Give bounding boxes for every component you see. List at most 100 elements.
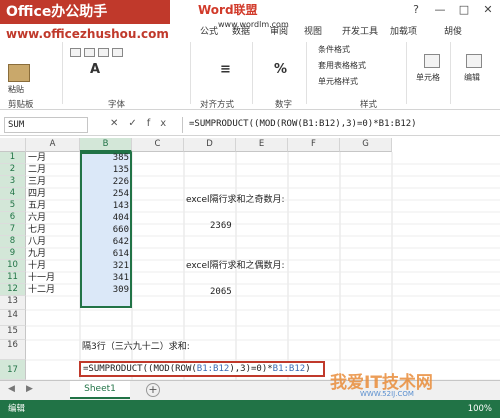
formula-input[interactable]: =SUMPRODUCT((MOD(ROW(B1:B12),3)=0)*B1:B1… [182, 117, 498, 133]
cell-a7[interactable]: 七月 [28, 224, 46, 236]
row-header[interactable]: 5 [0, 200, 26, 212]
cell-styles-button[interactable]: 单元格样式 [318, 76, 358, 87]
formula-buttons: ✕✓fx [110, 118, 176, 129]
cell-d6-odd-value[interactable]: 2369 [210, 220, 232, 232]
cell-d10-even-label[interactable]: excel隔行求和之偶数月: [186, 260, 285, 272]
cell-a10[interactable]: 十月 [28, 260, 46, 272]
cell-b9[interactable]: 614 [80, 248, 132, 260]
prev-sheet-icon[interactable]: ◀ [8, 384, 15, 394]
watermark-site-url: www.officezhushou.com [6, 27, 169, 41]
row-header[interactable]: 9 [0, 248, 26, 260]
font-color-icon[interactable] [112, 48, 123, 57]
column-header-b[interactable]: B [80, 138, 132, 152]
close-button[interactable]: ✕ [476, 0, 500, 20]
column-header-c[interactable]: C [132, 138, 184, 152]
cell-b6[interactable]: 404 [80, 212, 132, 224]
cells-icon[interactable] [424, 54, 440, 68]
tab-formulas[interactable]: 公式 [200, 24, 218, 37]
user-name[interactable]: 胡俊 [444, 24, 462, 37]
sheet-tab-sheet1[interactable]: Sheet1 [70, 381, 130, 399]
cell-a4[interactable]: 四月 [28, 188, 46, 200]
help-button[interactable]: ? [404, 0, 428, 20]
select-all-corner[interactable] [0, 138, 26, 152]
row-header[interactable]: 3 [0, 176, 26, 188]
cell-b11[interactable]: 341 [80, 272, 132, 284]
row-header[interactable]: 15 [0, 326, 26, 340]
paste-icon[interactable] [8, 64, 30, 82]
cell-b2[interactable]: 135 [80, 164, 132, 176]
italic-icon[interactable] [84, 48, 95, 57]
window-controls: ? — □ ✕ [404, 0, 500, 20]
row-header[interactable]: 16 [0, 340, 26, 360]
alignment-icon[interactable]: ≡ [220, 62, 231, 77]
cell-a6[interactable]: 六月 [28, 212, 46, 224]
column-header-e[interactable]: E [236, 138, 288, 152]
cell-a12[interactable]: 十二月 [28, 284, 55, 296]
cell-d12-even-value[interactable]: 2065 [210, 286, 232, 298]
divider [190, 42, 191, 104]
editing-icon[interactable] [466, 54, 482, 68]
row-header[interactable]: 7 [0, 224, 26, 236]
maximize-button[interactable]: □ [452, 0, 476, 20]
conditional-format-button[interactable]: 条件格式 [318, 44, 350, 55]
row-header[interactable]: 17 [0, 360, 26, 380]
cell-a1[interactable]: 一月 [28, 152, 46, 164]
next-sheet-icon[interactable]: ▶ [26, 384, 33, 394]
row-header[interactable]: 11 [0, 272, 26, 284]
cell-a9[interactable]: 九月 [28, 248, 46, 260]
paste-button[interactable]: 粘贴 [8, 84, 24, 95]
bold-icon[interactable] [70, 48, 81, 57]
tab-developer[interactable]: 开发工具 [342, 24, 378, 37]
cell-a5[interactable]: 五月 [28, 200, 46, 212]
cell-b7[interactable]: 660 [80, 224, 132, 236]
watermark-url-bottom: WWW.52IJ.COM [360, 390, 414, 398]
cells-button[interactable]: 单元格 [416, 72, 440, 83]
cell-a8[interactable]: 八月 [28, 236, 46, 248]
column-header-g[interactable]: G [340, 138, 392, 152]
tab-view[interactable]: 视图 [304, 24, 322, 37]
cancel-icon[interactable]: ✕ [110, 118, 128, 129]
row-header[interactable]: 2 [0, 164, 26, 176]
column-header-d[interactable]: D [184, 138, 236, 152]
row-header[interactable]: 10 [0, 260, 26, 272]
add-sheet-button[interactable]: + [146, 383, 160, 397]
row-header[interactable]: 6 [0, 212, 26, 224]
cell-b1[interactable]: 385 [80, 152, 132, 164]
row-header[interactable]: 14 [0, 310, 26, 326]
row-header[interactable]: 1 [0, 152, 26, 164]
percent-icon[interactable]: % [274, 62, 287, 77]
underline-icon[interactable] [98, 48, 109, 57]
column-header-f[interactable]: F [288, 138, 340, 152]
minimize-button[interactable]: — [428, 0, 452, 20]
cell-a3[interactable]: 三月 [28, 176, 46, 188]
row-header[interactable]: 4 [0, 188, 26, 200]
format-as-table-button[interactable]: 套用表格格式 [318, 60, 366, 71]
cell-b8[interactable]: 642 [80, 236, 132, 248]
name-box[interactable]: SUM [4, 117, 88, 133]
cell-b12[interactable]: 309 [80, 284, 132, 296]
insert-function-icon[interactable]: fx [147, 118, 176, 129]
font-icon[interactable]: A [90, 62, 100, 77]
cell-b15-every3-label[interactable]: 隔3行（三六九十二）求和: [82, 341, 190, 353]
watermark-url-top: www.wordlm.com [218, 20, 289, 29]
formula-part: ),3)=0)* [229, 364, 273, 374]
cell-a11[interactable]: 十一月 [28, 272, 55, 284]
row-header[interactable]: 8 [0, 236, 26, 248]
row-header[interactable]: 12 [0, 284, 26, 296]
tab-addins[interactable]: 加载项 [390, 24, 417, 37]
zoom-level[interactable]: 100% [468, 400, 492, 418]
divider [406, 42, 407, 104]
row-header[interactable]: 13 [0, 296, 26, 310]
cell-b17-edit-box[interactable]: =SUMPRODUCT((MOD(ROW(B1:B12),3)=0)*B1:B1… [79, 361, 325, 377]
cell-b4[interactable]: 254 [80, 188, 132, 200]
editing-button[interactable]: 编辑 [464, 72, 480, 83]
cell-a2[interactable]: 二月 [28, 164, 46, 176]
column-header-a[interactable]: A [26, 138, 80, 152]
cell-b3[interactable]: 226 [80, 176, 132, 188]
cell-d4-odd-label[interactable]: excel隔行求和之奇数月: [186, 194, 285, 206]
range-ref: B1:B12 [196, 364, 230, 374]
cell-b5[interactable]: 143 [80, 200, 132, 212]
cell-b10[interactable]: 321 [80, 260, 132, 272]
enter-icon[interactable]: ✓ [128, 118, 146, 129]
worksheet-grid[interactable]: A B C D E F G 1 2 3 4 5 6 7 8 9 10 11 12… [0, 138, 500, 380]
